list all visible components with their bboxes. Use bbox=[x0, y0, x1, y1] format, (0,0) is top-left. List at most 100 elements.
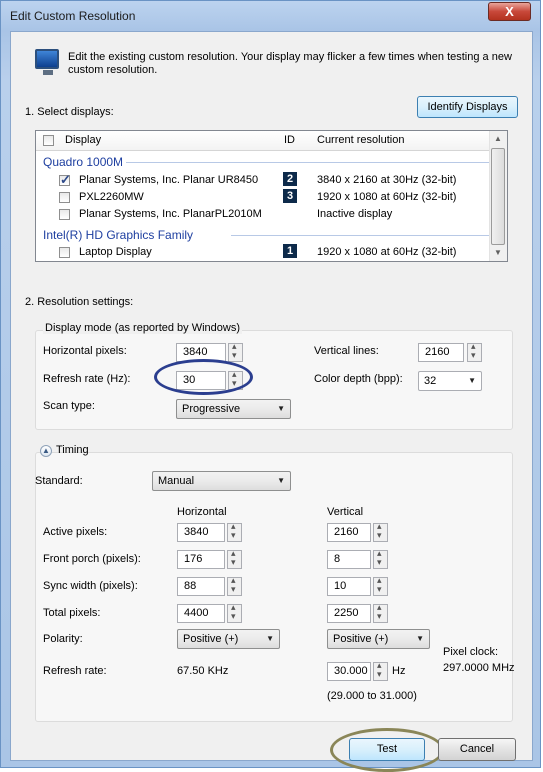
active-pixels-h-spinner[interactable] bbox=[227, 521, 242, 542]
test-highlight-circle bbox=[330, 728, 444, 772]
select-all-checkbox[interactable] bbox=[43, 135, 54, 146]
refresh-rate-label: Refresh rate (Hz): bbox=[43, 373, 131, 385]
horizontal-refresh-value: 67.50 KHz bbox=[177, 665, 229, 677]
standard-label: Standard: bbox=[35, 475, 83, 487]
polarity-label: Polarity: bbox=[43, 633, 83, 645]
close-button[interactable]: X bbox=[488, 2, 531, 21]
sync-width-h-spinner[interactable] bbox=[227, 575, 242, 596]
front-porch-v-spinner[interactable] bbox=[373, 548, 388, 569]
monitor-icon bbox=[35, 49, 59, 75]
sync-width-v-spinner[interactable] bbox=[373, 575, 388, 596]
list-header: Display ID Current resolution bbox=[36, 131, 507, 151]
refresh-rate-highlight-circle bbox=[154, 359, 253, 395]
title-bar[interactable]: Edit Custom Resolution X bbox=[1, 1, 540, 31]
active-pixels-v-spinner[interactable] bbox=[373, 521, 388, 542]
resolution-settings-heading: 2. Resolution settings: bbox=[25, 296, 134, 308]
total-pixels-label: Total pixels: bbox=[43, 607, 101, 619]
vertical-column-heading: Vertical bbox=[327, 506, 364, 518]
intro-text: Edit the existing custom resolution. You… bbox=[68, 51, 512, 76]
scan-type-dropdown[interactable]: Progressive ▼ bbox=[176, 399, 291, 419]
chevron-down-icon: ▼ bbox=[277, 476, 285, 485]
polarity-h-value: Positive (+) bbox=[183, 633, 239, 645]
column-display[interactable]: Display bbox=[65, 134, 101, 146]
color-depth-value: 32 bbox=[424, 375, 437, 387]
display-resolution: 1920 x 1080 at 60Hz (32-bit) bbox=[317, 191, 457, 203]
timing-label[interactable]: Timing bbox=[56, 444, 89, 456]
column-id[interactable]: ID bbox=[284, 134, 295, 146]
vertical-lines-spinner[interactable] bbox=[467, 341, 482, 362]
total-pixels-h-spinner[interactable] bbox=[227, 602, 242, 623]
front-porch-h-spinner[interactable] bbox=[227, 548, 242, 569]
total-pixels-h-input[interactable]: 4400 bbox=[177, 604, 225, 623]
active-pixels-v-input[interactable]: 2160 bbox=[327, 523, 371, 542]
chevron-down-icon: ▼ bbox=[416, 634, 424, 643]
list-scrollbar[interactable]: ▲ ▼ bbox=[489, 131, 507, 261]
vertical-refresh-input[interactable]: 30.000 bbox=[327, 662, 371, 681]
display-resolution: 1920 x 1080 at 60Hz (32-bit) bbox=[317, 246, 457, 258]
horizontal-column-heading: Horizontal bbox=[177, 506, 227, 518]
polarity-h-dropdown[interactable]: Positive (+) ▼ bbox=[177, 629, 280, 649]
display-name: PXL2260MW bbox=[79, 191, 144, 203]
display-checkbox[interactable] bbox=[59, 192, 70, 203]
front-porch-v-input[interactable]: 8 bbox=[327, 550, 371, 569]
active-pixels-label: Active pixels: bbox=[43, 526, 108, 538]
refresh-range-text: (29.000 to 31.000) bbox=[327, 690, 417, 702]
display-id-badge: 2 bbox=[283, 172, 297, 186]
scan-type-value: Progressive bbox=[182, 403, 241, 415]
group-quadro: Quadro 1000M bbox=[43, 155, 124, 169]
display-checkbox[interactable] bbox=[59, 172, 71, 188]
vertical-refresh-spinner[interactable] bbox=[373, 660, 388, 681]
dialog-window: Edit Custom Resolution X Edit the existi… bbox=[0, 0, 541, 772]
display-checkbox[interactable] bbox=[59, 247, 70, 258]
column-current-resolution[interactable]: Current resolution bbox=[317, 134, 404, 146]
group-intel: Intel(R) HD Graphics Family bbox=[43, 228, 194, 242]
group-divider bbox=[126, 162, 491, 163]
chevron-down-icon: ▼ bbox=[277, 404, 285, 413]
group-divider bbox=[231, 235, 491, 236]
front-porch-label: Front porch (pixels): bbox=[43, 553, 141, 565]
display-name: Planar Systems, Inc. Planar UR8450 bbox=[79, 174, 259, 186]
front-porch-h-input[interactable]: 176 bbox=[177, 550, 225, 569]
horizontal-pixels-label: Horizontal pixels: bbox=[43, 345, 127, 357]
scroll-thumb[interactable] bbox=[491, 148, 505, 245]
chevron-down-icon: ▼ bbox=[468, 376, 476, 385]
display-list: Display ID Current resolution Quadro 100… bbox=[35, 130, 508, 262]
scroll-up-arrow-icon[interactable]: ▲ bbox=[490, 131, 506, 147]
vertical-lines-label: Vertical lines: bbox=[314, 345, 379, 357]
identify-displays-button[interactable]: Identify Displays bbox=[417, 96, 518, 118]
chevron-down-icon: ▼ bbox=[266, 634, 274, 643]
pixel-clock-label: Pixel clock: bbox=[443, 646, 499, 658]
sync-width-label: Sync width (pixels): bbox=[43, 580, 138, 592]
color-depth-label: Color depth (bpp): bbox=[314, 373, 403, 385]
display-mode-label: Display mode (as reported by Windows) bbox=[43, 322, 243, 334]
vertical-lines-input[interactable]: 2160 bbox=[418, 343, 464, 362]
window-title: Edit Custom Resolution bbox=[10, 9, 136, 23]
scan-type-label: Scan type: bbox=[43, 400, 95, 412]
display-name: Laptop Display bbox=[79, 246, 152, 258]
scroll-down-arrow-icon[interactable]: ▼ bbox=[490, 245, 506, 261]
standard-value: Manual bbox=[158, 475, 195, 487]
display-id-badge: 1 bbox=[283, 244, 297, 258]
total-pixels-v-input[interactable]: 2250 bbox=[327, 604, 371, 623]
horizontal-pixels-spinner[interactable] bbox=[228, 341, 243, 362]
cancel-button[interactable]: Cancel bbox=[438, 738, 516, 761]
polarity-v-value: Positive (+) bbox=[333, 633, 389, 645]
display-checkbox[interactable] bbox=[59, 209, 70, 220]
pixel-clock-value: 297.0000 MHz bbox=[443, 662, 515, 674]
display-id-badge: 3 bbox=[283, 189, 297, 203]
polarity-v-dropdown[interactable]: Positive (+) ▼ bbox=[327, 629, 430, 649]
dialog-content: Edit the existing custom resolution. You… bbox=[10, 31, 533, 772]
display-resolution: Inactive display bbox=[317, 208, 393, 220]
select-displays-heading: 1. Select displays: bbox=[25, 106, 114, 118]
refresh-unit: Hz bbox=[392, 665, 406, 677]
sync-width-h-input[interactable]: 88 bbox=[177, 577, 225, 596]
display-resolution: 3840 x 2160 at 30Hz (32-bit) bbox=[317, 174, 457, 186]
sync-width-v-input[interactable]: 10 bbox=[327, 577, 371, 596]
total-pixels-v-spinner[interactable] bbox=[373, 602, 388, 623]
collapse-icon[interactable]: ▲ bbox=[40, 445, 52, 457]
standard-dropdown[interactable]: Manual ▼ bbox=[152, 471, 291, 491]
display-name: Planar Systems, Inc. PlanarPL2010M bbox=[79, 208, 262, 220]
refresh-rate-timing-label: Refresh rate: bbox=[43, 665, 107, 677]
active-pixels-h-input[interactable]: 3840 bbox=[177, 523, 225, 542]
color-depth-dropdown[interactable]: 32 ▼ bbox=[418, 371, 482, 391]
